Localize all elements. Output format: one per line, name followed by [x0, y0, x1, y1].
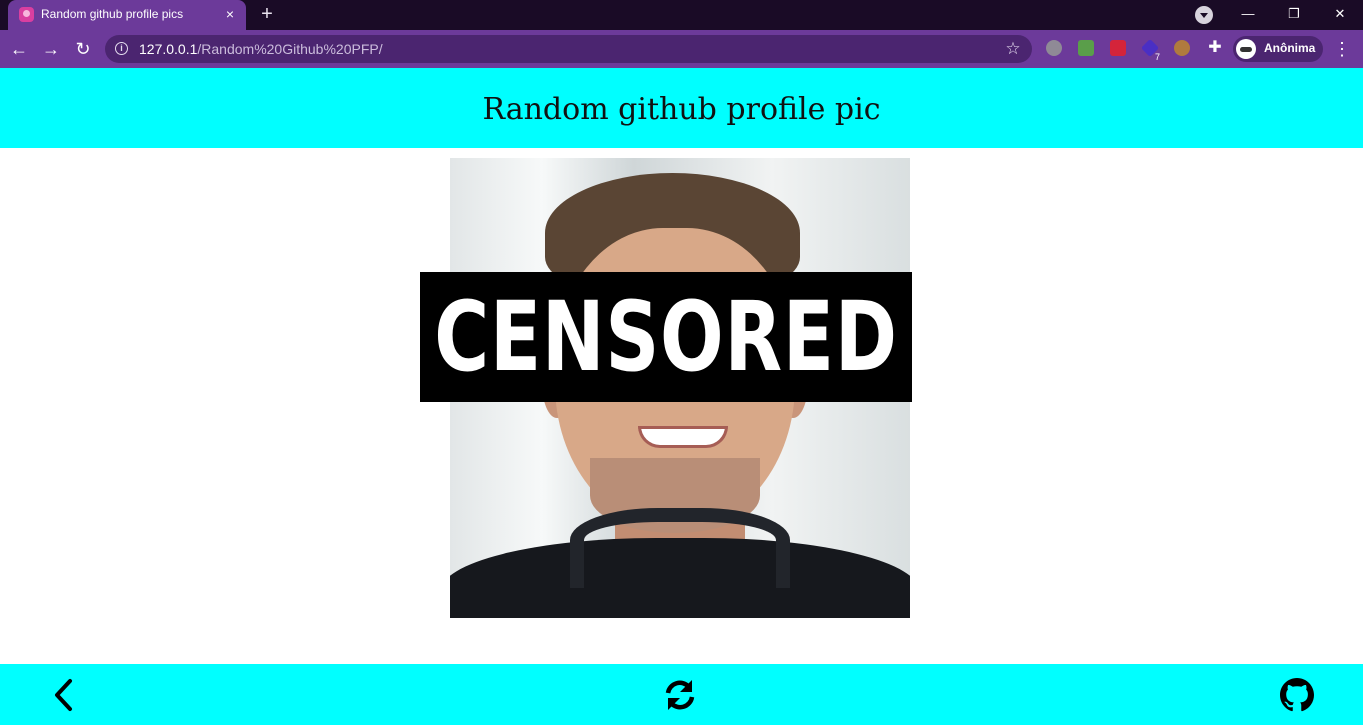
censor-bar: CENSORED — [420, 272, 912, 402]
address-bar[interactable]: i 127.0.0.1/Random%20Github%20PFP/ ☆ — [105, 35, 1032, 63]
bookmark-star-icon[interactable]: ☆ — [1003, 39, 1023, 59]
page-header: Random github profile pic — [0, 68, 1363, 148]
sync-icon — [665, 680, 695, 710]
tab-title: Random github profile pics — [41, 7, 184, 21]
back-button[interactable]: ← — [7, 37, 31, 61]
browser-tab[interactable]: Random github profile pics × — [8, 0, 246, 30]
tab-close-icon[interactable]: × — [221, 5, 239, 23]
refresh-button[interactable] — [663, 678, 697, 712]
window-close-button[interactable]: ✕ — [1317, 0, 1363, 30]
extension-badge: 7 — [1155, 52, 1161, 62]
url-host: 127.0.0.1 — [139, 41, 198, 57]
new-tab-button[interactable]: + — [256, 3, 278, 25]
chevron-left-icon — [55, 679, 72, 711]
red-play-extension-icon[interactable] — [1110, 40, 1126, 56]
reload-button[interactable]: ↻ — [71, 37, 95, 61]
censor-label: CENSORED — [434, 281, 898, 393]
browser-tab-strip: Random github profile pics × + — ❐ ✕ — [0, 0, 1363, 30]
github-icon — [1280, 678, 1314, 712]
tab-search-icon[interactable] — [1195, 6, 1213, 24]
money-extension-icon[interactable] — [1078, 40, 1094, 56]
photo-smile — [638, 426, 728, 448]
url-text: 127.0.0.1/Random%20Github%20PFP/ — [139, 41, 383, 57]
extensions-puzzle-icon[interactable]: ✚ — [1206, 39, 1224, 57]
url-path: /Random%20Github%20PFP/ — [197, 41, 383, 57]
cookie-extension-icon[interactable] — [1174, 40, 1190, 56]
profile-button[interactable]: Anônima — [1233, 36, 1323, 62]
page-title: Random github profile pic — [482, 92, 881, 127]
cloud-extension-icon[interactable] — [1046, 40, 1062, 56]
profile-label: Anônima — [1264, 41, 1316, 55]
page-footer — [0, 664, 1363, 725]
previous-button[interactable] — [46, 678, 80, 712]
github-link[interactable] — [1280, 678, 1314, 712]
minimize-button[interactable]: — — [1225, 0, 1271, 30]
browser-menu-icon[interactable]: ⋮ — [1332, 37, 1352, 61]
forward-button[interactable]: → — [39, 37, 63, 61]
tab-favicon-icon — [19, 7, 34, 22]
site-info-icon[interactable]: i — [115, 42, 128, 55]
incognito-avatar-icon — [1236, 39, 1256, 59]
restore-button[interactable]: ❐ — [1271, 0, 1317, 30]
browser-toolbar: ← → ↻ i 127.0.0.1/Random%20Github%20PFP/… — [0, 30, 1363, 68]
photo-collar — [570, 508, 790, 588]
